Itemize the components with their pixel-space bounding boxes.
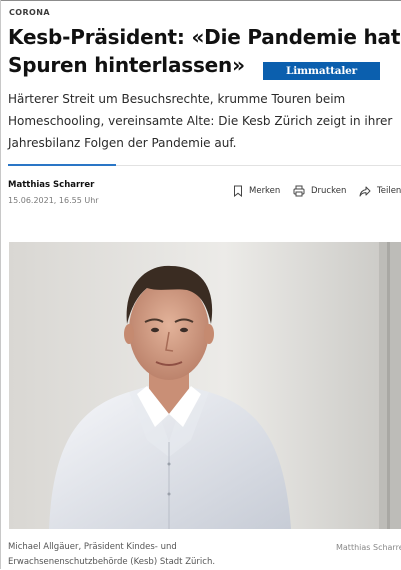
accent-line [8,164,116,166]
share-button[interactable]: Teilen [359,184,401,198]
top-border [0,0,401,1]
bookmark-button[interactable]: Merken [233,184,280,198]
publish-date: 15.06.2021, 16.55 Uhr [8,196,99,205]
share-arrow-icon [359,186,371,196]
article-kicker: CORONA [9,8,50,17]
photo-credit: Matthias Scharrer [336,543,401,552]
article-photo[interactable] [9,242,401,529]
print-label: Drucken [311,186,347,196]
left-border [0,0,1,569]
portrait-photo [9,242,401,529]
share-label: Teilen [377,186,401,196]
article-lead: Härterer Streit um Besuchsrechte, krumme… [8,92,393,150]
divider [116,165,401,166]
bookmark-icon [234,185,242,197]
photo-caption: Michael Allgäuer, Präsident Kindes- und … [8,542,216,567]
print-button[interactable]: Drucken [293,184,346,198]
bookmark-label: Merken [249,186,281,196]
author-name[interactable]: Matthias Scharrer [8,180,94,190]
publication-logo[interactable]: Limmattaler Zeitung [263,62,380,95]
printer-icon [293,185,305,197]
